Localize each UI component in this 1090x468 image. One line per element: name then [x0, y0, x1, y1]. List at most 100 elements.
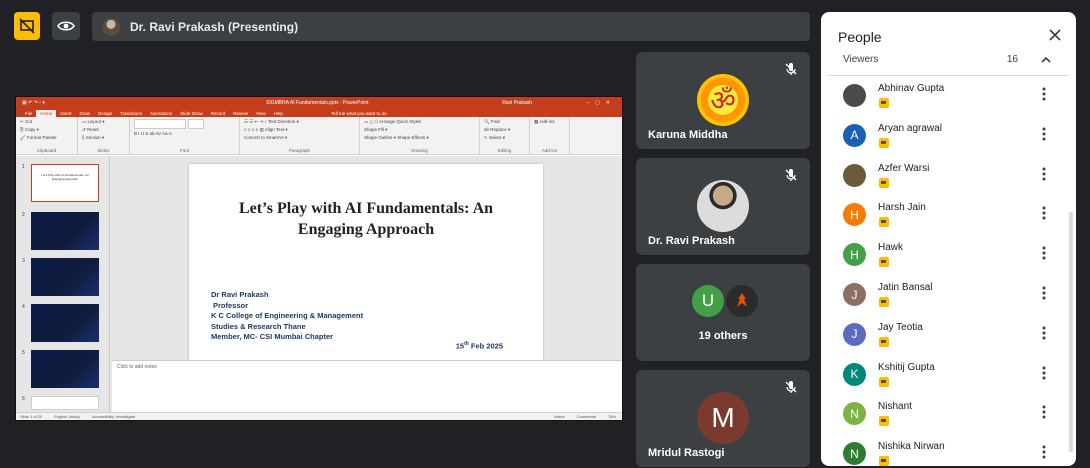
shared-screen: ▣ ↶ ↷ ▫ ▾ SIGMBRA AI Fundamentals.pptx -…	[15, 96, 623, 421]
slide-thumb-2[interactable]: 2	[22, 212, 99, 250]
list-item[interactable]: H Harsh Jain	[843, 199, 1062, 235]
avatar: K	[843, 362, 866, 386]
ravi-avatar	[697, 180, 749, 232]
participant-tile-ravi[interactable]: Dr. Ravi Prakash	[636, 158, 810, 255]
avatar: N	[843, 402, 866, 426]
list-item[interactable]: N Nishika Nirwan	[843, 438, 1062, 466]
more-vert-icon[interactable]	[1042, 87, 1046, 101]
viewer-badge-icon	[879, 177, 889, 188]
people-panel: People Viewers 16 Abhinav Gupta A Aryan ag…	[821, 12, 1076, 466]
list-item[interactable]: J Jay Teotia	[843, 319, 1062, 355]
ppt-body: 1 Let's Play with AI Fundamentals: An En…	[16, 156, 622, 412]
more-vert-icon[interactable]	[1042, 127, 1046, 141]
close-icon[interactable]	[1048, 28, 1062, 42]
slide-presenter-info: Dr Ravi Prakash Professor K C College of…	[211, 290, 364, 341]
participant-name: Aryan agrawal	[878, 122, 942, 134]
ppt-tab-home[interactable]: Home	[36, 110, 57, 117]
more-vert-icon[interactable]	[1042, 366, 1046, 380]
list-item[interactable]: N Nishant	[843, 398, 1062, 434]
slide-thumb-3[interactable]: 3	[22, 258, 99, 296]
participant-name: Mridul Rastogi	[648, 447, 725, 459]
ppt-tell-me[interactable]: Tell me what you want to do	[327, 110, 391, 117]
scrollbar[interactable]	[1069, 212, 1073, 452]
ppt-user-name: Ravi Prakash	[502, 99, 532, 106]
viewer-badge-icon	[879, 297, 889, 307]
view-toggle-button[interactable]	[52, 12, 80, 40]
divider	[829, 75, 1068, 76]
om-avatar: ॐ	[697, 74, 749, 126]
ppt-tab-animations[interactable]: Animations	[146, 110, 176, 117]
participant-name: Jay Teotia	[878, 321, 923, 333]
viewers-section-header[interactable]: Viewers 16	[843, 54, 1052, 68]
avatar: H	[843, 203, 866, 227]
ribbon-paragraph: ☰ ☰ ⇤ ⇥ ↕ Text Direction ▾ ≡ ≡ ≡ ≡ ▥ Alig…	[240, 117, 360, 154]
ppt-ribbon: ✂ Cut ⎘ Copy ▾ 🖌 Format Painter Clipboard …	[16, 117, 622, 155]
list-item[interactable]: A Aryan agrawal	[843, 120, 1062, 156]
viewers-count: 16	[1006, 54, 1018, 65]
more-vert-icon[interactable]	[1042, 405, 1046, 419]
viewer-badge-icon	[879, 217, 889, 228]
ppt-tab-help[interactable]: Help	[270, 110, 287, 117]
more-vert-icon[interactable]	[1042, 167, 1046, 181]
viewer-badge-icon	[879, 137, 889, 148]
ppt-tab-view[interactable]: View	[252, 110, 270, 117]
ppt-tab-review[interactable]: Review	[229, 110, 252, 117]
slide-thumb-1[interactable]: 1 Let's Play with AI Fundamentals: An En…	[22, 164, 99, 202]
ribbon-clipboard: ✂ Cut ⎘ Copy ▾ 🖌 Format Painter Clipboard	[16, 117, 78, 154]
participant-name: Harsh Jain	[878, 202, 926, 214]
ppt-tab-file[interactable]: File	[21, 110, 36, 117]
list-item[interactable]: Azfer Warsi	[843, 160, 1062, 196]
slide-thumb-5[interactable]: 5	[22, 350, 99, 388]
participant-name: Hawk	[878, 242, 904, 254]
slide-thumb-4[interactable]: 4	[22, 304, 99, 342]
list-item[interactable]: H Hawk	[843, 239, 1062, 275]
participant-name: Kshitij Gupta	[878, 361, 935, 373]
avatar	[843, 163, 866, 187]
slide-title: Let’s Play with AI Fundamentals: An Enga…	[238, 200, 494, 238]
list-item[interactable]: Abhinav Gupta	[843, 80, 1062, 116]
window-controls-icon: –▢✕	[586, 99, 616, 106]
chevron-up-icon	[1041, 56, 1051, 63]
list-item[interactable]: J Jatin Bansal	[843, 279, 1062, 315]
slide-thumb-6[interactable]: 6	[22, 396, 99, 410]
notes-pane[interactable]: Click to add notes	[112, 360, 622, 412]
avatar: J	[843, 283, 866, 306]
participant-name: Nishika Nirwan	[878, 441, 945, 453]
ppt-tab-transitions[interactable]: Transitions	[116, 110, 146, 117]
ppt-tab-design[interactable]: Design	[94, 110, 116, 117]
ppt-tab-record[interactable]: Record	[207, 110, 230, 117]
ppt-quick-access: ▣ ↶ ↷ ▫ ▾	[22, 99, 45, 106]
more-vert-icon[interactable]	[1042, 246, 1046, 260]
viewers-label: Viewers	[843, 54, 879, 65]
participant-tile-mridul[interactable]: M Mridul Rastogi	[636, 370, 810, 467]
current-slide[interactable]: Let’s Play with AI Fundamentals: An Enga…	[189, 164, 543, 362]
ppt-tab-insert[interactable]: Insert	[56, 110, 75, 117]
notes-placeholder: Click to add notes	[117, 364, 157, 370]
mic-off-icon	[785, 169, 797, 181]
more-vert-icon[interactable]	[1042, 286, 1046, 300]
others-tile[interactable]: U 19 others	[636, 264, 810, 361]
slide-thumbnails: 1 Let's Play with AI Fundamentals: An En…	[16, 156, 110, 412]
ribbon-font: B I U S ab AV Aa A Font	[130, 117, 240, 154]
slide-editor: Let’s Play with AI Fundamentals: An Enga…	[112, 156, 622, 362]
ppt-tab-draw[interactable]: Draw	[76, 110, 95, 117]
participant-name: Dr. Ravi Prakash	[648, 235, 735, 247]
panel-title: People	[838, 29, 882, 45]
ribbon-slides: ▭ Layout ▾ ↺ Reset § Section ▾ Slides	[78, 117, 130, 154]
stop-presenting-button[interactable]	[14, 12, 40, 40]
list-item[interactable]: K Kshitij Gupta	[843, 359, 1062, 395]
viewer-badge-icon	[879, 376, 889, 387]
avatar: N	[843, 442, 866, 466]
avatar: A	[843, 123, 866, 147]
avatar-u: U	[692, 285, 724, 317]
participant-tile-karuna[interactable]: ॐ Karuna Middha	[636, 52, 810, 149]
more-vert-icon[interactable]	[1042, 326, 1046, 340]
more-vert-icon[interactable]	[1042, 445, 1046, 459]
ppt-titlebar: ▣ ↶ ↷ ▫ ▾ SIGMBRA AI Fundamentals.pptx -…	[16, 97, 622, 108]
participant-name: Karuna Middha	[648, 129, 728, 141]
ppt-tab-slide-show[interactable]: Slide Show	[176, 110, 207, 117]
eye-icon	[57, 21, 75, 31]
ribbon-drawing: ▭ △ ⬠ Arrange Quick Styles Shape Fill ▾ Sh…	[360, 117, 480, 154]
ppt-tabs: File Home Insert Draw Design Transitions Anima…	[16, 108, 622, 117]
more-vert-icon[interactable]	[1042, 206, 1046, 220]
